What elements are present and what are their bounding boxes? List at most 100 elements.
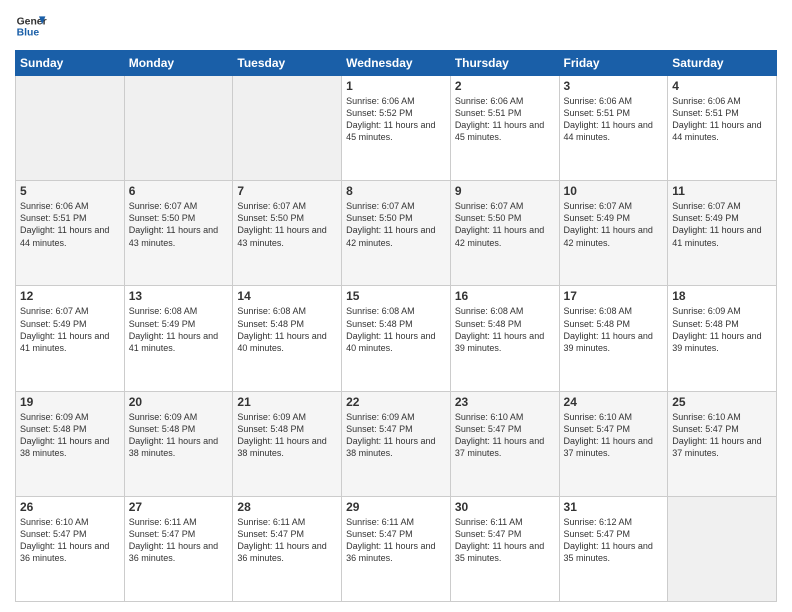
calendar-cell: 24Sunrise: 6:10 AM Sunset: 5:47 PM Dayli… bbox=[559, 391, 668, 496]
calendar-cell: 25Sunrise: 6:10 AM Sunset: 5:47 PM Dayli… bbox=[668, 391, 777, 496]
day-number: 15 bbox=[346, 289, 446, 303]
day-number: 22 bbox=[346, 395, 446, 409]
cell-text: Sunrise: 6:06 AM Sunset: 5:52 PM Dayligh… bbox=[346, 95, 446, 144]
day-number: 31 bbox=[564, 500, 664, 514]
calendar-cell: 29 Sunrise: 6:11 AM Sunset: 5:47 PM Dayli… bbox=[342, 496, 451, 601]
day-number: 1 bbox=[346, 79, 446, 93]
calendar-cell: 1 Sunrise: 6:06 AM Sunset: 5:52 PM Daylig… bbox=[342, 76, 451, 181]
cell-text: Sunrise: 6:07 AM Sunset: 5:50 PM Dayligh… bbox=[129, 200, 229, 249]
day-number: 2 bbox=[455, 79, 555, 93]
day-number: 29 bbox=[346, 500, 446, 514]
day-number: 28 bbox=[237, 500, 337, 514]
logo: General Blue bbox=[15, 10, 47, 42]
cell-text: Sunrise: 6:07 AM Sunset: 5:49 PM Dayligh… bbox=[672, 200, 772, 249]
calendar-week-4: 19Sunrise: 6:09 AM Sunset: 5:48 PM Dayli… bbox=[16, 391, 777, 496]
day-header-tuesday: Tuesday bbox=[233, 51, 342, 76]
cell-text: Sunrise: 6:08 AM Sunset: 5:48 PM Dayligh… bbox=[237, 305, 337, 354]
cell-text: Sunrise: 6:10 AM Sunset: 5:47 PM Dayligh… bbox=[455, 411, 555, 460]
calendar-cell: 19Sunrise: 6:09 AM Sunset: 5:48 PM Dayli… bbox=[16, 391, 125, 496]
cell-text: Sunrise: 6:08 AM Sunset: 5:48 PM Dayligh… bbox=[346, 305, 446, 354]
day-number: 16 bbox=[455, 289, 555, 303]
calendar-cell bbox=[16, 76, 125, 181]
calendar-header-row: SundayMondayTuesdayWednesdayThursdayFrid… bbox=[16, 51, 777, 76]
calendar-cell: 28 Sunrise: 6:11 AM Sunset: 5:47 PM Dayli… bbox=[233, 496, 342, 601]
header: General Blue bbox=[15, 10, 777, 42]
calendar-week-2: 5Sunrise: 6:06 AM Sunset: 5:51 PM Daylig… bbox=[16, 181, 777, 286]
day-number: 18 bbox=[672, 289, 772, 303]
calendar-body: 1 Sunrise: 6:06 AM Sunset: 5:52 PM Daylig… bbox=[16, 76, 777, 602]
cell-text: Sunrise: 6:09 AM Sunset: 5:48 PM Dayligh… bbox=[129, 411, 229, 460]
calendar-cell: 3 Sunrise: 6:06 AM Sunset: 5:51 PM Daylig… bbox=[559, 76, 668, 181]
day-number: 3 bbox=[564, 79, 664, 93]
calendar-cell: 23 Sunrise: 6:10 AM Sunset: 5:47 PM Dayli… bbox=[450, 391, 559, 496]
calendar-cell: 30 Sunrise: 6:11 AM Sunset: 5:47 PM Dayli… bbox=[450, 496, 559, 601]
calendar-week-5: 26Sunrise: 6:10 AM Sunset: 5:47 PM Dayli… bbox=[16, 496, 777, 601]
day-number: 14 bbox=[237, 289, 337, 303]
day-number: 17 bbox=[564, 289, 664, 303]
cell-text: Sunrise: 6:10 AM Sunset: 5:47 PM Dayligh… bbox=[20, 516, 120, 565]
day-header-wednesday: Wednesday bbox=[342, 51, 451, 76]
cell-text: Sunrise: 6:11 AM Sunset: 5:47 PM Dayligh… bbox=[237, 516, 337, 565]
calendar-cell: 26Sunrise: 6:10 AM Sunset: 5:47 PM Dayli… bbox=[16, 496, 125, 601]
cell-text: Sunrise: 6:10 AM Sunset: 5:47 PM Dayligh… bbox=[564, 411, 664, 460]
cell-text: Sunrise: 6:07 AM Sunset: 5:50 PM Dayligh… bbox=[455, 200, 555, 249]
day-number: 13 bbox=[129, 289, 229, 303]
day-number: 8 bbox=[346, 184, 446, 198]
cell-text: Sunrise: 6:09 AM Sunset: 5:48 PM Dayligh… bbox=[237, 411, 337, 460]
day-number: 10 bbox=[564, 184, 664, 198]
cell-text: Sunrise: 6:06 AM Sunset: 5:51 PM Dayligh… bbox=[672, 95, 772, 144]
calendar-cell: 11Sunrise: 6:07 AM Sunset: 5:49 PM Dayli… bbox=[668, 181, 777, 286]
calendar-cell: 21 Sunrise: 6:09 AM Sunset: 5:48 PM Dayli… bbox=[233, 391, 342, 496]
calendar-cell: 2 Sunrise: 6:06 AM Sunset: 5:51 PM Daylig… bbox=[450, 76, 559, 181]
cell-text: Sunrise: 6:06 AM Sunset: 5:51 PM Dayligh… bbox=[564, 95, 664, 144]
cell-text: Sunrise: 6:09 AM Sunset: 5:47 PM Dayligh… bbox=[346, 411, 446, 460]
day-header-saturday: Saturday bbox=[668, 51, 777, 76]
calendar-cell: 27Sunrise: 6:11 AM Sunset: 5:47 PM Dayli… bbox=[124, 496, 233, 601]
cell-text: Sunrise: 6:09 AM Sunset: 5:48 PM Dayligh… bbox=[20, 411, 120, 460]
cell-text: Sunrise: 6:11 AM Sunset: 5:47 PM Dayligh… bbox=[455, 516, 555, 565]
day-number: 27 bbox=[129, 500, 229, 514]
calendar-cell: 22 Sunrise: 6:09 AM Sunset: 5:47 PM Dayli… bbox=[342, 391, 451, 496]
day-number: 20 bbox=[129, 395, 229, 409]
calendar-cell: 14 Sunrise: 6:08 AM Sunset: 5:48 PM Dayli… bbox=[233, 286, 342, 391]
calendar-cell: 7 Sunrise: 6:07 AM Sunset: 5:50 PM Daylig… bbox=[233, 181, 342, 286]
day-header-thursday: Thursday bbox=[450, 51, 559, 76]
day-number: 23 bbox=[455, 395, 555, 409]
calendar-cell: 12Sunrise: 6:07 AM Sunset: 5:49 PM Dayli… bbox=[16, 286, 125, 391]
cell-text: Sunrise: 6:06 AM Sunset: 5:51 PM Dayligh… bbox=[455, 95, 555, 144]
day-header-monday: Monday bbox=[124, 51, 233, 76]
day-header-sunday: Sunday bbox=[16, 51, 125, 76]
day-number: 30 bbox=[455, 500, 555, 514]
cell-text: Sunrise: 6:09 AM Sunset: 5:48 PM Dayligh… bbox=[672, 305, 772, 354]
calendar-cell: 20 Sunrise: 6:09 AM Sunset: 5:48 PM Dayli… bbox=[124, 391, 233, 496]
day-header-friday: Friday bbox=[559, 51, 668, 76]
day-number: 21 bbox=[237, 395, 337, 409]
calendar-cell: 5Sunrise: 6:06 AM Sunset: 5:51 PM Daylig… bbox=[16, 181, 125, 286]
calendar-cell: 16 Sunrise: 6:08 AM Sunset: 5:48 PM Dayli… bbox=[450, 286, 559, 391]
cell-text: Sunrise: 6:08 AM Sunset: 5:49 PM Dayligh… bbox=[129, 305, 229, 354]
calendar-cell: 13 Sunrise: 6:08 AM Sunset: 5:49 PM Dayli… bbox=[124, 286, 233, 391]
svg-text:Blue: Blue bbox=[17, 28, 40, 39]
calendar-cell: 10 Sunrise: 6:07 AM Sunset: 5:49 PM Dayli… bbox=[559, 181, 668, 286]
cell-text: Sunrise: 6:07 AM Sunset: 5:50 PM Dayligh… bbox=[346, 200, 446, 249]
day-number: 7 bbox=[237, 184, 337, 198]
day-number: 25 bbox=[672, 395, 772, 409]
calendar-cell: 8 Sunrise: 6:07 AM Sunset: 5:50 PM Daylig… bbox=[342, 181, 451, 286]
day-number: 12 bbox=[20, 289, 120, 303]
calendar-table: SundayMondayTuesdayWednesdayThursdayFrid… bbox=[15, 50, 777, 602]
page: General Blue SundayMondayTuesdayWednesda… bbox=[0, 0, 792, 612]
cell-text: Sunrise: 6:11 AM Sunset: 5:47 PM Dayligh… bbox=[346, 516, 446, 565]
day-number: 5 bbox=[20, 184, 120, 198]
calendar-cell: 6Sunrise: 6:07 AM Sunset: 5:50 PM Daylig… bbox=[124, 181, 233, 286]
calendar-cell bbox=[668, 496, 777, 601]
cell-text: Sunrise: 6:12 AM Sunset: 5:47 PM Dayligh… bbox=[564, 516, 664, 565]
calendar-cell bbox=[233, 76, 342, 181]
cell-text: Sunrise: 6:07 AM Sunset: 5:50 PM Dayligh… bbox=[237, 200, 337, 249]
day-number: 9 bbox=[455, 184, 555, 198]
cell-text: Sunrise: 6:07 AM Sunset: 5:49 PM Dayligh… bbox=[564, 200, 664, 249]
cell-text: Sunrise: 6:08 AM Sunset: 5:48 PM Dayligh… bbox=[455, 305, 555, 354]
calendar-cell: 4 Sunrise: 6:06 AM Sunset: 5:51 PM Daylig… bbox=[668, 76, 777, 181]
calendar-week-1: 1 Sunrise: 6:06 AM Sunset: 5:52 PM Daylig… bbox=[16, 76, 777, 181]
calendar-cell bbox=[124, 76, 233, 181]
day-number: 4 bbox=[672, 79, 772, 93]
